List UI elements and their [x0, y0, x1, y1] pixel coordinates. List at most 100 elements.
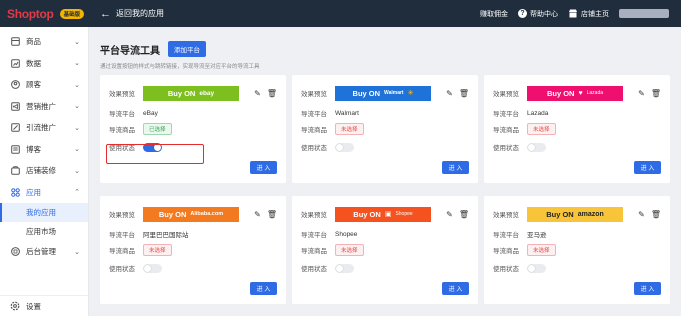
- platform-card-ebay: 效果预览 Buy ON ebay ✎ 🗑 导流平台 eBay 导流商品 已选择 …: [100, 75, 286, 183]
- platform-value: Walmart: [335, 109, 359, 117]
- platform-card-amazon: 效果预览 Buy ON amazon ✎ 🗑 导流平台 亚马逊 导流商品 未选择…: [484, 196, 670, 304]
- palette-icon: [10, 166, 20, 176]
- chevron-down-icon: ⌄: [74, 81, 80, 89]
- enter-button[interactable]: 进 入: [442, 282, 469, 295]
- enter-button[interactable]: 进 入: [250, 282, 277, 295]
- add-platform-button[interactable]: 添加平台: [168, 41, 206, 57]
- settings-label: 设置: [26, 301, 41, 311]
- sidebar-item-label: 后台管理: [26, 247, 56, 257]
- sidebar-item-label: 应用: [26, 187, 41, 197]
- box-icon: [10, 37, 20, 47]
- products-tag[interactable]: 已选择: [143, 123, 172, 135]
- platform-card-walmart: 效果预览 Buy ON Walmart ✳ ✎ 🗑 导流平台 Walmart 导…: [292, 75, 478, 183]
- user-icon: [10, 80, 20, 90]
- logo[interactable]: Shoptop 基础版: [0, 7, 88, 21]
- edit-icon[interactable]: ✎: [446, 210, 453, 219]
- sidebar-item-label: 顾客: [26, 80, 41, 90]
- chevron-down-icon: ⌄: [74, 124, 80, 132]
- trash-icon[interactable]: 🗑: [651, 89, 661, 98]
- products-tag[interactable]: 未选择: [527, 244, 556, 256]
- sidebar-item-products[interactable]: 商品 ⌄: [0, 31, 88, 53]
- products-tag[interactable]: 未选择: [143, 244, 172, 256]
- trash-icon[interactable]: 🗑: [459, 210, 469, 219]
- back-link[interactable]: ← 返回我的应用: [88, 8, 164, 20]
- chevron-down-icon: ⌄: [74, 146, 80, 154]
- help-link[interactable]: ? 帮助中心: [518, 9, 558, 19]
- brand-logo: ebay: [199, 89, 215, 97]
- enter-button[interactable]: 进 入: [634, 161, 661, 174]
- enter-button[interactable]: 进 入: [250, 161, 277, 174]
- sidebar-item-label: 数据: [26, 58, 41, 68]
- spark-icon: ✳: [407, 90, 414, 97]
- gear-icon: [10, 301, 20, 311]
- sidebar-item-label: 店铺装修: [26, 166, 56, 176]
- sidebar-subitem-my-apps[interactable]: 我的应用: [0, 203, 88, 222]
- products-label: 导流商品: [109, 248, 135, 255]
- enter-button[interactable]: 进 入: [442, 161, 469, 174]
- edit-icon[interactable]: ✎: [446, 89, 453, 98]
- banner-text: Buy ON: [167, 88, 196, 98]
- status-toggle[interactable]: [143, 263, 162, 273]
- sidebar-item-admin[interactable]: 后台管理 ⌄: [0, 241, 88, 263]
- products-label: 导流商品: [301, 248, 327, 255]
- avatar[interactable]: [619, 9, 669, 18]
- edit-icon[interactable]: ✎: [638, 210, 645, 219]
- platform-card-shopee: 效果预览 Buy ON ▣ Shopee ✎ 🗑 导流平台 Shopee 导流商…: [292, 196, 478, 304]
- status-toggle[interactable]: [527, 142, 546, 152]
- banner-text: Buy ON: [546, 88, 575, 98]
- edit-icon[interactable]: ✎: [254, 210, 261, 219]
- products-tag[interactable]: 未选择: [335, 123, 364, 135]
- status-toggle[interactable]: [527, 263, 546, 273]
- sidebar-item-apps[interactable]: 应用 ⌃: [0, 182, 88, 204]
- brand-logo: amazon: [577, 210, 604, 218]
- sidebar-item-decoration[interactable]: 店铺装修 ⌄: [0, 160, 88, 182]
- platform-value: Shopee: [335, 230, 358, 238]
- status-toggle[interactable]: [335, 142, 354, 152]
- sidebar-item-blog[interactable]: 博客 ⌄: [0, 139, 88, 161]
- sidebar-item-settings[interactable]: 设置: [0, 295, 88, 316]
- sidebar-item-marketing[interactable]: 营销推广 ⌄: [0, 96, 88, 118]
- trash-icon[interactable]: 🗑: [267, 210, 277, 219]
- apps-icon: [10, 187, 20, 197]
- sidebar-item-customers[interactable]: 顾客 ⌄: [0, 74, 88, 96]
- sidebar: 商品 ⌄ 数据 ⌄ 顾客 ⌄ 营销推广 ⌄ 引流推广 ⌄ 博客 ⌄ 店铺装修 ⌄…: [0, 27, 89, 316]
- products-label: 导流商品: [493, 127, 519, 134]
- sidebar-item-data[interactable]: 数据 ⌄: [0, 53, 88, 75]
- earn-link[interactable]: 赚取佣金: [480, 9, 508, 19]
- edit-icon[interactable]: ✎: [638, 89, 645, 98]
- link-icon: [10, 123, 20, 133]
- buy-on-banner: Buy ON ebay: [143, 85, 239, 101]
- buy-on-banner: Buy ON Walmart ✳: [335, 85, 431, 101]
- store-link[interactable]: 店铺主页: [568, 9, 609, 19]
- products-tag[interactable]: 未选择: [527, 123, 556, 135]
- sidebar-item-traffic[interactable]: 引流推广 ⌄: [0, 117, 88, 139]
- chevron-down-icon: ⌄: [74, 248, 80, 256]
- sidebar-subitem-app-market[interactable]: 应用市场: [0, 222, 88, 241]
- banner-text: Buy ON: [353, 209, 381, 219]
- status-toggle[interactable]: [143, 142, 162, 152]
- trash-icon[interactable]: 🗑: [459, 89, 469, 98]
- trash-icon[interactable]: 🗑: [267, 89, 277, 98]
- sidebar-item-label: 引流推广: [26, 123, 56, 133]
- store-icon: [568, 9, 578, 18]
- chevron-down-icon: ⌄: [74, 167, 80, 175]
- effect-label: 效果预览: [301, 91, 327, 98]
- back-label: 返回我的应用: [116, 9, 164, 18]
- sidebar-item-label: 营销推广: [26, 101, 56, 111]
- platform-label: 导流平台: [109, 111, 135, 118]
- platform-label: 导流平台: [493, 111, 519, 118]
- brand-logo: Lazada: [586, 90, 604, 96]
- trash-icon[interactable]: 🗑: [651, 210, 661, 219]
- chevron-up-icon: ⌃: [74, 189, 80, 197]
- status-toggle[interactable]: [335, 263, 354, 273]
- blog-icon: [10, 144, 20, 154]
- top-bar: Shoptop 基础版 ← 返回我的应用 赚取佣金 ? 帮助中心 店铺主页: [0, 0, 681, 27]
- platform-label: 导流平台: [301, 111, 327, 118]
- page-title: 平台导流工具: [100, 45, 160, 57]
- platform-value: 亚马逊: [527, 232, 547, 239]
- edit-icon[interactable]: ✎: [254, 89, 261, 98]
- products-tag[interactable]: 未选择: [335, 244, 364, 256]
- banner-text: Buy ON: [158, 209, 187, 219]
- platform-label: 导流平台: [301, 232, 327, 239]
- enter-button[interactable]: 进 入: [634, 282, 661, 295]
